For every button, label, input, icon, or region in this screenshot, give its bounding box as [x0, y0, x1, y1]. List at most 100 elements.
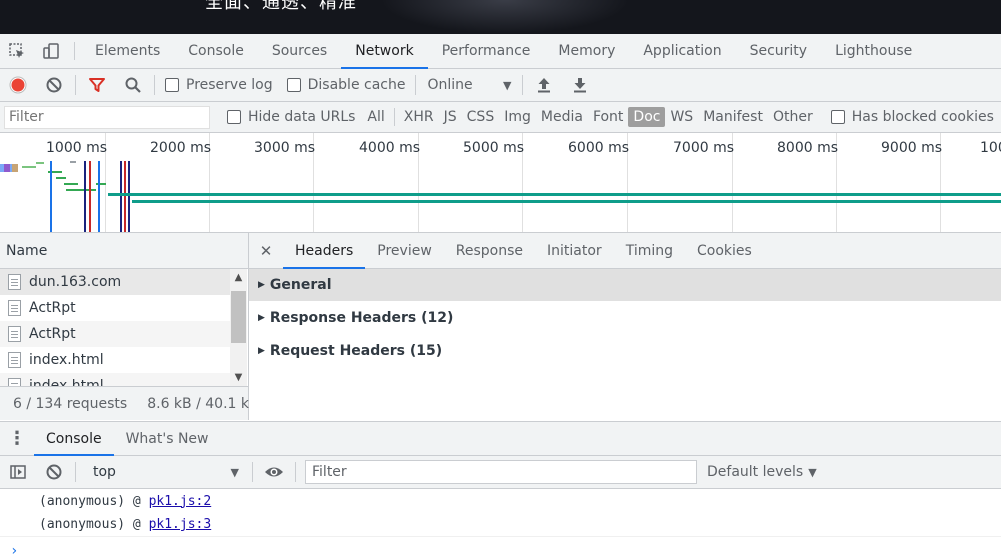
checkbox-box[interactable]: [227, 110, 241, 124]
network-overview-timeline[interactable]: 1000 ms 2000 ms 3000 ms 4000 ms 5000 ms …: [0, 133, 1001, 233]
timeline-tick-label: 8000 ms: [777, 140, 839, 156]
device-toolbar-icon[interactable]: [34, 34, 68, 68]
type-filter-xhr[interactable]: XHR: [399, 107, 439, 127]
show-sidebar-button[interactable]: [0, 456, 36, 489]
console-output[interactable]: (anonymous) @ pk1.js:2 (anonymous) @ pk1…: [0, 489, 1001, 560]
tab-network[interactable]: Network: [341, 34, 429, 69]
timeline-marker: [124, 161, 126, 232]
drawer-tab-whats-new[interactable]: What's New: [114, 422, 221, 455]
tab-cookies[interactable]: Cookies: [685, 233, 764, 268]
type-filter-font[interactable]: Font: [588, 107, 628, 127]
network-filter-input[interactable]: [4, 105, 210, 129]
record-button[interactable]: [0, 69, 36, 102]
clear-button[interactable]: [36, 69, 72, 102]
timeline-marker: [128, 161, 130, 232]
console-filter-placeholder: Filter: [312, 464, 347, 480]
tab-timing[interactable]: Timing: [614, 233, 685, 268]
tab-application[interactable]: Application: [629, 34, 735, 68]
tab-console[interactable]: Console: [174, 34, 258, 68]
type-filter-css[interactable]: CSS: [462, 107, 500, 127]
type-filter-separator: [393, 108, 395, 126]
hide-data-urls-checkbox[interactable]: Hide data URLs: [220, 109, 362, 125]
tab-headers[interactable]: Headers: [283, 233, 366, 269]
tab-sources[interactable]: Sources: [258, 34, 341, 68]
scroll-up-arrow-icon[interactable]: ▲: [230, 272, 247, 283]
request-name: index.html: [29, 378, 104, 386]
type-filter-img[interactable]: Img: [499, 107, 536, 127]
filter-toggle-button[interactable]: [79, 69, 115, 102]
timeline-long-request-bar: [132, 200, 1001, 203]
tab-memory[interactable]: Memory: [544, 34, 629, 68]
name-column-header[interactable]: Name: [0, 233, 248, 269]
expand-triangle-icon: ▶: [258, 346, 265, 356]
export-har-button[interactable]: [562, 69, 598, 102]
context-select[interactable]: top ▼: [79, 456, 249, 489]
throttling-value: Online: [427, 77, 473, 93]
type-filter-manifest[interactable]: Manifest: [698, 107, 768, 127]
timeline-tick-label: 6000 ms: [568, 140, 630, 156]
clear-console-button[interactable]: [36, 456, 72, 489]
console-prompt-chevron-icon[interactable]: ›: [10, 543, 18, 559]
devtools-main-tabbar: Elements Console Sources Network Perform…: [0, 34, 1001, 69]
source-link[interactable]: pk1.js:3: [149, 517, 212, 532]
inspect-element-icon[interactable]: [0, 34, 34, 68]
general-section[interactable]: ▶ General: [249, 269, 1001, 302]
request-row[interactable]: index.html: [0, 347, 230, 373]
checkbox-box[interactable]: [286, 78, 301, 92]
tab-elements[interactable]: Elements: [81, 34, 174, 68]
timeline-request-bar: [22, 166, 36, 168]
type-filter-doc[interactable]: Doc: [628, 107, 666, 127]
request-row[interactable]: dun.163.com: [0, 269, 230, 295]
timeline-request-bar: [56, 177, 66, 179]
requests-list: dun.163.com ActRpt ActRpt index.html ind…: [0, 269, 230, 386]
type-filter-media[interactable]: Media: [536, 107, 588, 127]
context-value: top: [93, 464, 116, 480]
more-options-icon[interactable]: ⋮: [0, 422, 34, 455]
import-har-button[interactable]: [526, 69, 562, 102]
source-link[interactable]: pk1.js:2: [149, 494, 212, 509]
live-expression-button[interactable]: [256, 456, 292, 489]
timeline-tick-label: 9000 ms: [881, 140, 943, 156]
dropdown-caret-icon: ▼: [230, 465, 239, 479]
page-banner: 全面、通透、精准: [0, 0, 1001, 34]
request-row[interactable]: ActRpt: [0, 321, 230, 347]
type-filter-all[interactable]: All: [362, 107, 389, 127]
timeline-tick-label: 3000 ms: [254, 140, 316, 156]
throttling-select[interactable]: Online ▼: [419, 77, 519, 93]
checkbox-box[interactable]: [165, 78, 179, 92]
dropdown-caret-icon: ▼: [808, 465, 817, 479]
preserve-log-checkbox[interactable]: Preserve log: [158, 77, 280, 93]
log-levels-select[interactable]: Default levels ▼: [707, 464, 817, 480]
hide-data-urls-label: Hide data URLs: [248, 109, 356, 125]
section-title: Request Headers (15): [269, 343, 443, 359]
tab-preview[interactable]: Preview: [365, 233, 444, 268]
scroll-down-arrow-icon[interactable]: ▼: [230, 372, 247, 383]
requests-scrollbar[interactable]: ▲ ▼: [230, 269, 247, 386]
tab-security[interactable]: Security: [736, 34, 822, 68]
has-blocked-cookies-checkbox[interactable]: Has blocked cookies: [824, 109, 1001, 125]
close-icon[interactable]: ✕: [249, 233, 283, 268]
search-button[interactable]: [115, 69, 151, 102]
section-title: Response Headers (12): [269, 310, 454, 326]
tab-initiator[interactable]: Initiator: [535, 233, 614, 268]
request-row[interactable]: index.html: [0, 373, 230, 386]
upload-icon: [538, 78, 551, 93]
toolbar-separator: [295, 462, 296, 482]
scrollbar-thumb[interactable]: [231, 291, 246, 343]
type-filter-js[interactable]: JS: [439, 107, 462, 127]
console-filter-input[interactable]: Filter: [305, 460, 697, 484]
response-headers-section[interactable]: ▶ Response Headers (12): [249, 302, 1001, 335]
tab-performance[interactable]: Performance: [428, 34, 545, 68]
checkbox-box[interactable]: [830, 110, 845, 124]
download-icon: [574, 78, 587, 93]
request-row[interactable]: ActRpt: [0, 295, 230, 321]
preserve-log-label: Preserve log: [186, 77, 273, 93]
request-headers-section[interactable]: ▶ Request Headers (15): [249, 335, 1001, 368]
tab-lighthouse[interactable]: Lighthouse: [821, 34, 926, 68]
banner-text: 全面、通透、精准: [205, 0, 357, 13]
drawer-tab-console[interactable]: Console: [34, 422, 114, 456]
tab-response[interactable]: Response: [444, 233, 535, 268]
type-filter-other[interactable]: Other: [768, 107, 818, 127]
type-filter-ws[interactable]: WS: [665, 107, 698, 127]
disable-cache-checkbox[interactable]: Disable cache: [280, 77, 413, 93]
